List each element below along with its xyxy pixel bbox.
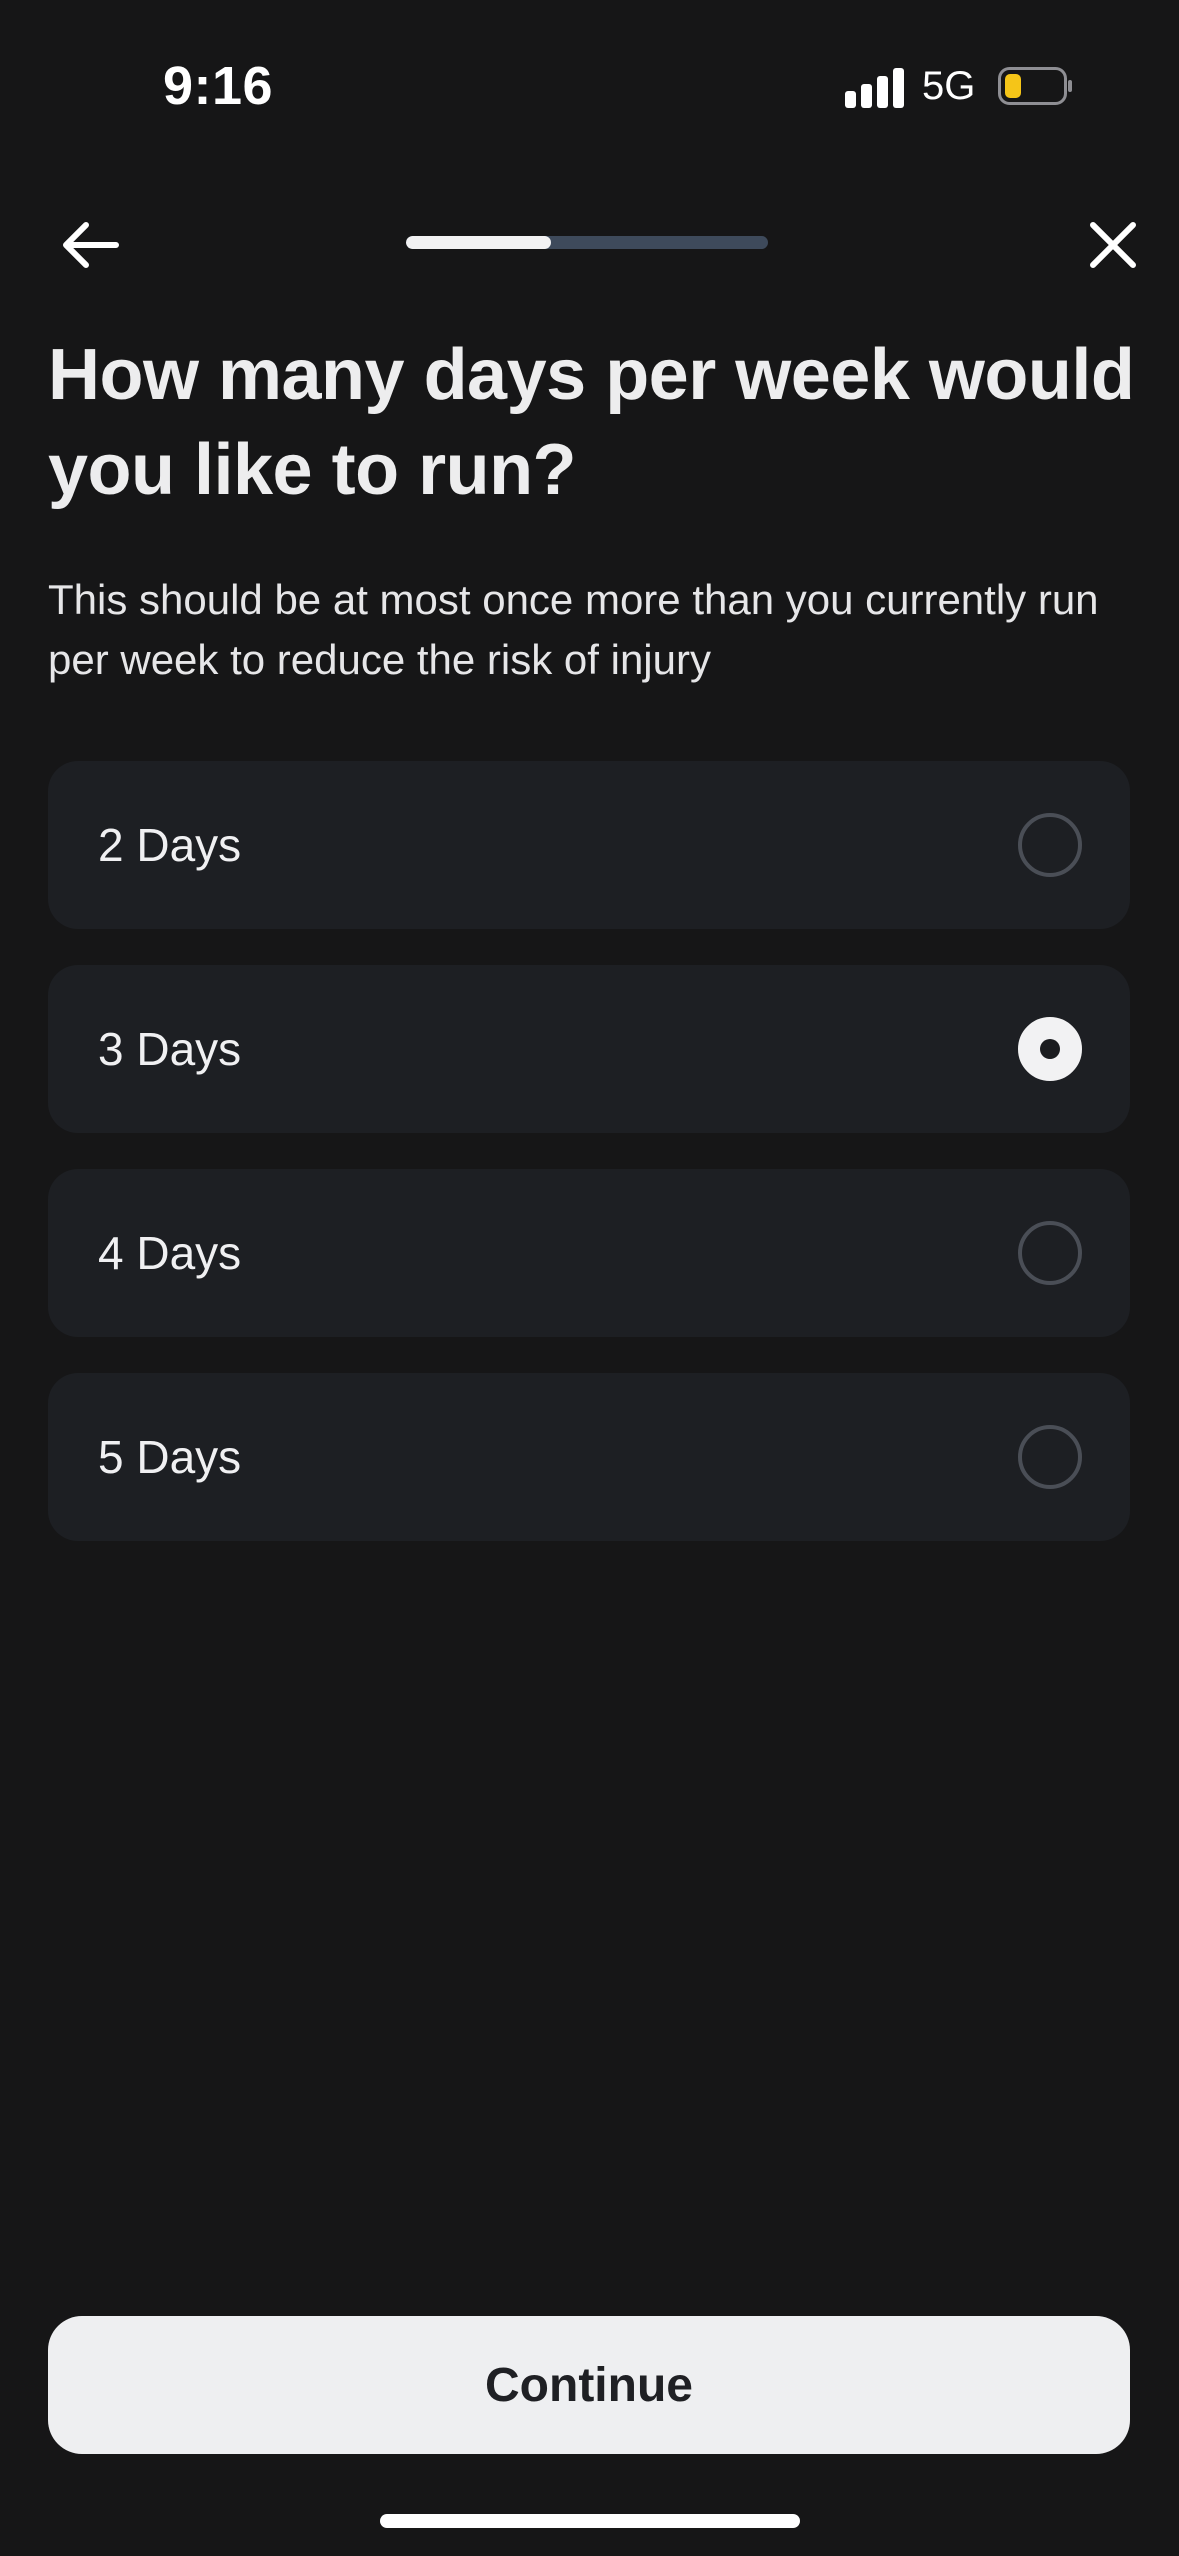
option-5-days[interactable]: 5 Days [48, 1373, 1130, 1541]
page-subtitle: This should be at most once more than yo… [48, 576, 1099, 683]
back-button[interactable] [50, 205, 130, 285]
option-2-days[interactable]: 2 Days [48, 761, 1130, 929]
days-options-list: 2 Days 3 Days 4 Days 5 Days [48, 761, 1130, 1577]
radio-button-selected[interactable] [1018, 1017, 1082, 1081]
cellular-signal-icon [845, 66, 905, 108]
progress-bar-fill [406, 236, 551, 249]
continue-button[interactable]: Continue [48, 2316, 1130, 2454]
network-type: 5G [922, 64, 976, 108]
close-button[interactable] [1073, 205, 1153, 285]
option-label: 3 Days [98, 1023, 242, 1075]
radio-button[interactable] [1018, 1425, 1082, 1489]
option-4-days[interactable]: 4 Days [48, 1169, 1130, 1337]
option-label: 2 Days [98, 819, 242, 871]
radio-button[interactable] [1018, 1221, 1082, 1285]
progress-bar [406, 236, 768, 249]
radio-button[interactable] [1018, 813, 1082, 877]
option-label: 4 Days [98, 1227, 242, 1279]
status-time: 9:16 [163, 56, 274, 116]
page-title: How many days per week would you like to… [48, 335, 1135, 510]
battery-icon [998, 67, 1072, 105]
arrow-left-icon [63, 222, 119, 268]
option-3-days[interactable]: 3 Days [48, 965, 1130, 1133]
option-label: 5 Days [98, 1431, 242, 1483]
close-icon [1090, 222, 1136, 268]
home-indicator [380, 2514, 800, 2528]
